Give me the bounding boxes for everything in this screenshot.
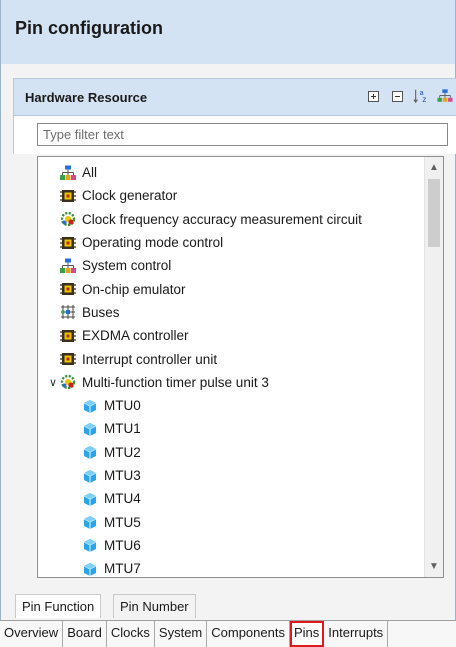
tree-item-label: MTU5 [104,514,141,530]
tree-item[interactable]: MTU7 [38,557,422,577]
pin-configuration-panel: Hardware Resource az All Clock generator C… [0,64,456,622]
tree-item-label: MTU7 [104,561,141,577]
tab-components[interactable]: Components [207,621,290,647]
tree-item[interactable]: Interrupt controller unit [38,347,422,370]
collapse-all-icon[interactable] [389,88,405,104]
scroll-up-icon[interactable]: ▲ [429,162,439,173]
tree-item[interactable]: MTU1 [38,417,422,440]
hardware-resource-toolbar: az [365,88,453,104]
gear-colored-icon [60,211,76,227]
tree-item-label: Interrupt controller unit [82,351,218,367]
blue-cube-icon [82,514,98,530]
tab-system[interactable]: System [155,621,208,647]
tab-pin-number[interactable]: Pin Number [113,594,196,618]
filter-area [13,116,456,154]
tree-item-label: MTU4 [104,491,141,507]
blue-cube-icon [82,561,98,577]
blue-cube-icon [82,398,98,414]
tree-item-label: EXDMA controller [82,328,189,344]
tree-item[interactable]: MTU0 [38,394,422,417]
tree-item[interactable]: ∨ Multi-function timer pulse unit 3 [38,371,422,394]
tree-item-label: MTU6 [104,537,141,553]
blue-cube-icon [82,444,98,460]
tree-item-label: System control [82,258,172,274]
tree-rows: All Clock generator Clock frequency accura… [38,161,422,577]
pin-view-tabs: Pin Function Pin Number [0,591,456,619]
tree-item[interactable]: Operating mode control [38,231,422,254]
tree-item-label: MTU2 [104,444,141,460]
tab-overview[interactable]: Overview [0,621,64,647]
blue-cube-icon [82,421,98,437]
tree-item-label: All [82,165,98,181]
sort-az-icon[interactable]: az [413,88,429,104]
editor-tabs: Overview Board Clocks System Components … [0,620,456,647]
pin-configuration-header: Pin configuration [0,0,456,64]
tree-item[interactable]: MTU4 [38,487,422,510]
tree-item[interactable]: MTU2 [38,441,422,464]
tree-item[interactable]: MTU6 [38,534,422,557]
tree-item[interactable]: EXDMA controller [38,324,422,347]
gear-colored-icon [60,374,76,390]
chip-icon [60,235,76,251]
bus-grid-icon [60,304,76,320]
page-title: Pin configuration [15,18,163,38]
chip-icon [60,351,76,367]
tree-item[interactable]: On-chip emulator [38,277,422,300]
expand-all-icon[interactable] [365,88,381,104]
vertical-scrollbar[interactable]: ▲ ▼ [424,157,443,577]
chevron-down-icon[interactable]: ∨ [46,376,60,389]
tab-pins[interactable]: Pins [289,621,325,647]
tab-interrupts[interactable]: Interrupts [324,621,389,647]
tree-item-label: Buses [82,304,120,320]
scroll-down-icon[interactable]: ▼ [429,561,439,572]
hardware-resource-tree: All Clock generator Clock frequency accura… [37,156,444,578]
tree-item-label: MTU0 [104,398,141,414]
tree-item-label: MTU3 [104,468,141,483]
hardware-resource-header: Hardware Resource az [13,78,456,116]
chip-icon [60,188,76,204]
scroll-thumb[interactable] [428,179,440,247]
tree-item-label: Operating mode control [82,235,224,251]
tab-clocks[interactable]: Clocks [107,621,155,647]
tree-item[interactable]: MTU5 [38,510,422,533]
tree-item[interactable]: All [38,161,422,184]
tree-item[interactable]: MTU3 [38,464,422,487]
tree-item[interactable]: Clock generator [38,184,422,207]
svg-text:z: z [422,95,426,104]
hardware-resource-title: Hardware Resource [25,90,148,105]
tree-item-label: Clock generator [82,188,178,204]
tree-item-label: MTU1 [104,421,141,437]
tree-item[interactable]: Clock frequency accuracy measurement cir… [38,208,422,231]
tree-item-label: On-chip emulator [82,281,186,297]
all-blocks-icon [60,258,76,274]
tab-board[interactable]: Board [63,621,107,647]
filter-input[interactable] [37,123,448,146]
tab-pin-function[interactable]: Pin Function [15,594,102,618]
chip-icon [60,328,76,344]
tree-item-label: Multi-function timer pulse unit 3 [82,374,269,390]
blue-cube-icon [82,468,98,484]
hierarchy-icon[interactable] [437,88,453,104]
tree-item-label: Clock frequency accuracy measurement cir… [82,211,362,227]
tree-item[interactable]: Buses [38,301,422,324]
all-blocks-icon [60,165,76,181]
tree-item[interactable]: System control [38,254,422,277]
chip-icon [60,281,76,297]
blue-cube-icon [82,491,98,507]
blue-cube-icon [82,537,98,553]
